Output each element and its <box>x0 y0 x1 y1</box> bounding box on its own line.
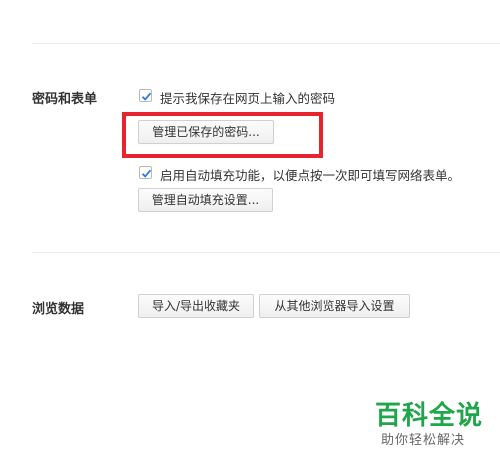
save-password-label: 提示我保存在网页上输入的密码 <box>160 91 336 106</box>
autofill-label: 启用自动填充功能，以便点按一次即可填写网络表单。 <box>160 168 461 183</box>
manage-autofill-button[interactable]: 管理自动填充设置... <box>138 188 273 212</box>
checkmark-icon <box>141 169 152 178</box>
checkmark-icon <box>141 92 152 101</box>
watermark-logo: 百科全说 <box>375 401 484 431</box>
import-from-other-browser-button[interactable]: 从其他浏览器导入设置 <box>259 294 410 318</box>
import-export-bookmarks-button[interactable]: 导入/导出收藏夹 <box>138 294 254 318</box>
watermark-subtitle: 助你轻松解决 <box>381 433 466 448</box>
autofill-checkbox[interactable] <box>139 166 152 179</box>
passwords-section-label: 密码和表单 <box>32 92 98 107</box>
highlight-annotation <box>122 112 323 158</box>
middle-divider <box>32 252 500 253</box>
save-password-checkbox[interactable] <box>139 89 152 102</box>
browsing-data-section-label: 浏览数据 <box>32 302 85 317</box>
top-divider <box>32 43 500 44</box>
